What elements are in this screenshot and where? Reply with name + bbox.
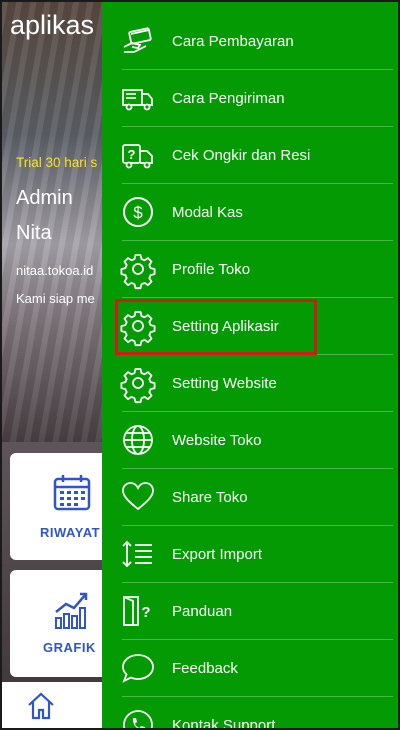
riwayat-label: RIWAYAT [40,525,101,540]
menu-item-export-import[interactable]: Export Import [122,526,393,583]
menu-item-setting-website[interactable]: Setting Website [120,355,393,412]
dollar-icon: $ [123,197,153,227]
menu-item-website-toko[interactable]: Website Toko [122,412,393,469]
shipping-check-icon: ? [122,144,153,169]
menu-label: Kontak Support [172,717,276,730]
svg-text:?: ? [141,604,150,621]
menu-item-modal-kas[interactable]: $ Modal Kas [122,184,393,241]
heart-icon [122,482,154,511]
trial-notice: Trial 30 hari s [16,155,98,170]
navigation-drawer: Cara Pembayaran Cara Pengiriman ? Cek On [102,2,398,730]
chat-bubble-icon [122,654,154,683]
chart-icon [55,592,88,629]
menu-item-profile-toko[interactable]: Profile Toko [120,241,393,298]
gear-icon [120,254,156,290]
user-name: Nita [16,222,52,244]
truck-icon [122,89,153,111]
menu-label: Export Import [172,546,263,563]
menu-item-cara-pengiriman[interactable]: Cara Pengiriman [122,70,393,127]
bottom-nav [2,682,102,728]
menu-label: Modal Kas [172,204,243,221]
menu-label: Panduan [172,603,233,620]
svg-text:$: $ [133,203,143,222]
menu-label: Feedback [172,660,238,677]
door-question-icon: ? [123,596,151,626]
tagline: Kami siap me [16,291,95,306]
menu-label: Cara Pembayaran [172,33,294,50]
gear-icon [120,368,156,404]
menu-item-feedback[interactable]: Feedback [122,640,393,697]
app-frame: aplikas Trial 30 hari s Admin Nita nitaa… [0,0,400,730]
svg-text:?: ? [128,147,136,162]
menu-label: Setting Aplikasir [172,318,279,335]
menu-item-cek-ongkir[interactable]: ? Cek Ongkir dan Resi [122,127,393,184]
grafik-label: GRAFIK [43,640,96,655]
calendar-icon [53,475,91,511]
menu-item-panduan[interactable]: ? Panduan [122,583,393,640]
background-page: aplikas Trial 30 hari s Admin Nita nitaa… [2,2,120,728]
sort-list-icon [122,540,152,568]
menu-label: Share Toko [172,489,248,506]
menu-item-kontak-support[interactable]: Kontak Support [122,697,393,730]
store-domain: nitaa.tokoa.id [16,263,94,278]
phone-icon [123,710,153,728]
menu-label: Cara Pengiriman [172,90,285,107]
globe-icon [123,425,153,455]
menu-label: Website Toko [172,432,262,449]
menu-label: Setting Website [172,375,277,392]
gear-icon [120,311,156,347]
app-logo: aplikas [10,10,95,40]
menu-item-share-toko[interactable]: Share Toko [122,469,393,526]
home-icon[interactable] [26,691,56,721]
menu-item-setting-aplikasir[interactable]: Setting Aplikasir [120,298,393,355]
payment-icon [123,27,152,53]
menu-item-cara-pembayaran[interactable]: Cara Pembayaran [122,13,393,70]
menu-label: Cek Ongkir dan Resi [172,147,311,164]
menu-label: Profile Toko [172,261,251,278]
role-label: Admin [16,187,73,209]
